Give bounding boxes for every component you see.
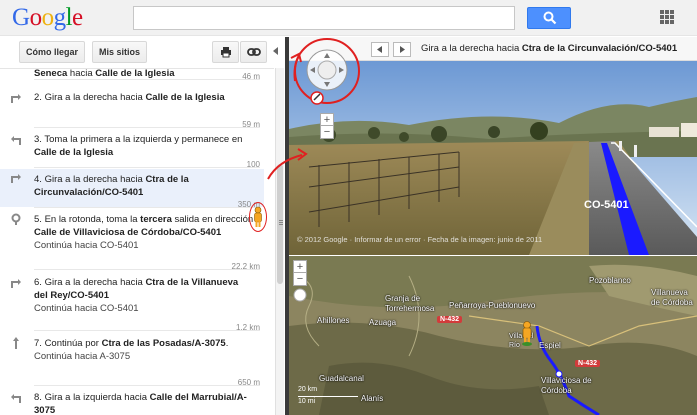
direction-step[interactable]: Seneca hacia Calle de la Iglesia 46 m — [0, 69, 264, 81]
step-text: 2. Gira a la derecha hacia Calle de la I… — [34, 92, 225, 103]
road-badge: N-432 — [575, 360, 601, 367]
my-places-button[interactable]: Mis sitios — [92, 41, 147, 63]
link-button[interactable] — [240, 41, 267, 63]
street-view-copyright: © 2012 Google · Informar de un error · F… — [297, 235, 543, 244]
turn-right-icon — [10, 91, 22, 103]
directions-panel: Cómo llegar Mis sitios Seneca hacia Call… — [0, 37, 288, 415]
search-button[interactable] — [527, 7, 571, 29]
street-view-zoom-out[interactable]: − — [320, 125, 334, 139]
direction-step[interactable]: 3. Toma la primera a la izquierda y perm… — [0, 131, 264, 169]
map-label: Pozoblanco — [589, 276, 631, 285]
map-label: Espiel — [539, 341, 561, 350]
step-continue-text: Continúa hacia CO-5401 — [34, 303, 139, 314]
printer-icon — [220, 47, 231, 58]
scale-km: 20 km — [298, 386, 318, 393]
scale-bar — [298, 396, 358, 397]
print-button[interactable] — [212, 41, 239, 63]
step-text: 7. Continúa por Ctra de las Posadas/A-30… — [34, 337, 254, 363]
step-text: 4. Gira a la derecha hacia Ctra de la Ci… — [34, 174, 189, 198]
map-pan-icon[interactable] — [293, 288, 307, 302]
step-separator — [34, 330, 260, 331]
step-continue-text: Continúa hacia A-3075 — [34, 351, 131, 362]
map-label: Peñarroya-Pueblonuevo — [449, 301, 536, 310]
link-icon — [246, 48, 261, 56]
step-separator — [34, 127, 260, 128]
step-separator — [34, 79, 260, 80]
steps-scrollbar[interactable] — [275, 68, 284, 415]
search-input[interactable] — [133, 6, 515, 30]
road-sign: CO-5401 — [584, 199, 629, 211]
search-icon — [543, 11, 557, 25]
apps-grid-icon[interactable] — [660, 10, 674, 24]
direction-step[interactable]: 6. Gira a la derecha hacia Ctra de la Vi… — [0, 274, 264, 332]
step-distance: 1,2 km — [235, 323, 260, 332]
step-text: 5. En la rotonda, toma la tercera salida… — [34, 214, 254, 251]
scale-mi: 10 mi — [298, 398, 316, 405]
straight-icon — [10, 337, 22, 349]
pegman-map-icon[interactable] — [519, 320, 535, 346]
step-separator — [34, 269, 260, 270]
annotation-circle — [249, 202, 267, 232]
map-label: Guadalcanal — [319, 374, 364, 383]
navigation-compass-icon[interactable] — [281, 36, 371, 116]
terrain-map — [289, 256, 697, 415]
step-text: 8. Gira a la izquierda hacia Calle del M… — [34, 392, 247, 415]
top-bar: Google — [0, 0, 697, 36]
step-text: 3. Toma la primera a la izquierda y perm… — [34, 134, 243, 158]
annotation-arrow — [267, 148, 308, 180]
direction-step[interactable]: 2. Gira a la derecha hacia Calle de la I… — [0, 89, 264, 129]
directions-toolbar: Cómo llegar Mis sitios — [0, 37, 275, 67]
step-separator — [34, 385, 260, 386]
map-label: Ahillones — [317, 316, 350, 325]
map-label: Alanís — [361, 394, 384, 403]
step-distance: 650 m — [237, 378, 260, 387]
step-separator — [34, 167, 260, 168]
google-logo[interactable]: Google — [12, 4, 83, 32]
next-step-button[interactable] — [393, 42, 411, 57]
map-label: Azuaga — [369, 318, 397, 327]
direction-step[interactable]: 8. Gira a la izquierda hacia Calle del M… — [0, 389, 264, 415]
map-pane[interactable]: + − Pozoblanco Villanueva de Córdoba Peñ… — [289, 256, 697, 415]
map-label: Villaviciosa de Córdoba — [541, 376, 592, 395]
step-separator — [34, 207, 260, 208]
step-continue-text: Continúa hacia CO-5401 — [34, 240, 139, 251]
turn-right-icon — [10, 171, 22, 183]
direction-step[interactable]: 5. En la rotonda, toma la tercera salida… — [0, 211, 264, 271]
map-label: Granja de Torrehermosa — [385, 294, 435, 313]
road-badge: N-432 — [437, 316, 463, 323]
svg-text:CO-5401: CO-5401 — [584, 199, 629, 211]
roundabout-icon — [10, 213, 22, 225]
turn-right-icon — [10, 276, 22, 288]
street-view-title: Gira a la derecha hacia Ctra de la Circu… — [421, 43, 678, 54]
directions-steps-list: Seneca hacia Calle de la Iglesia 46 m 2. G… — [0, 68, 274, 415]
map-label: Villanueva de Córdoba — [651, 288, 693, 307]
prev-step-icon — [377, 46, 382, 53]
map-zoom-out[interactable]: − — [293, 272, 307, 286]
prev-step-button[interactable] — [371, 42, 389, 57]
step-distance: 22,2 km — [231, 262, 260, 271]
turn-left-icon — [10, 391, 22, 403]
next-step-icon — [400, 46, 405, 53]
turn-left-icon — [10, 133, 22, 145]
step-distance: 59 m — [242, 120, 260, 129]
step-text: 6. Gira a la derecha hacia Ctra de la Vi… — [34, 276, 254, 315]
step-distance: 46 m — [242, 72, 260, 81]
collapse-panel-icon[interactable] — [273, 47, 278, 55]
direction-step[interactable]: 7. Continúa por Ctra de las Posadas/A-30… — [0, 335, 264, 387]
directions-button[interactable]: Cómo llegar — [19, 41, 85, 63]
direction-step[interactable]: 4. Gira a la derecha hacia Ctra de la Ci… — [0, 169, 264, 209]
pegman-icon[interactable] — [251, 206, 265, 228]
